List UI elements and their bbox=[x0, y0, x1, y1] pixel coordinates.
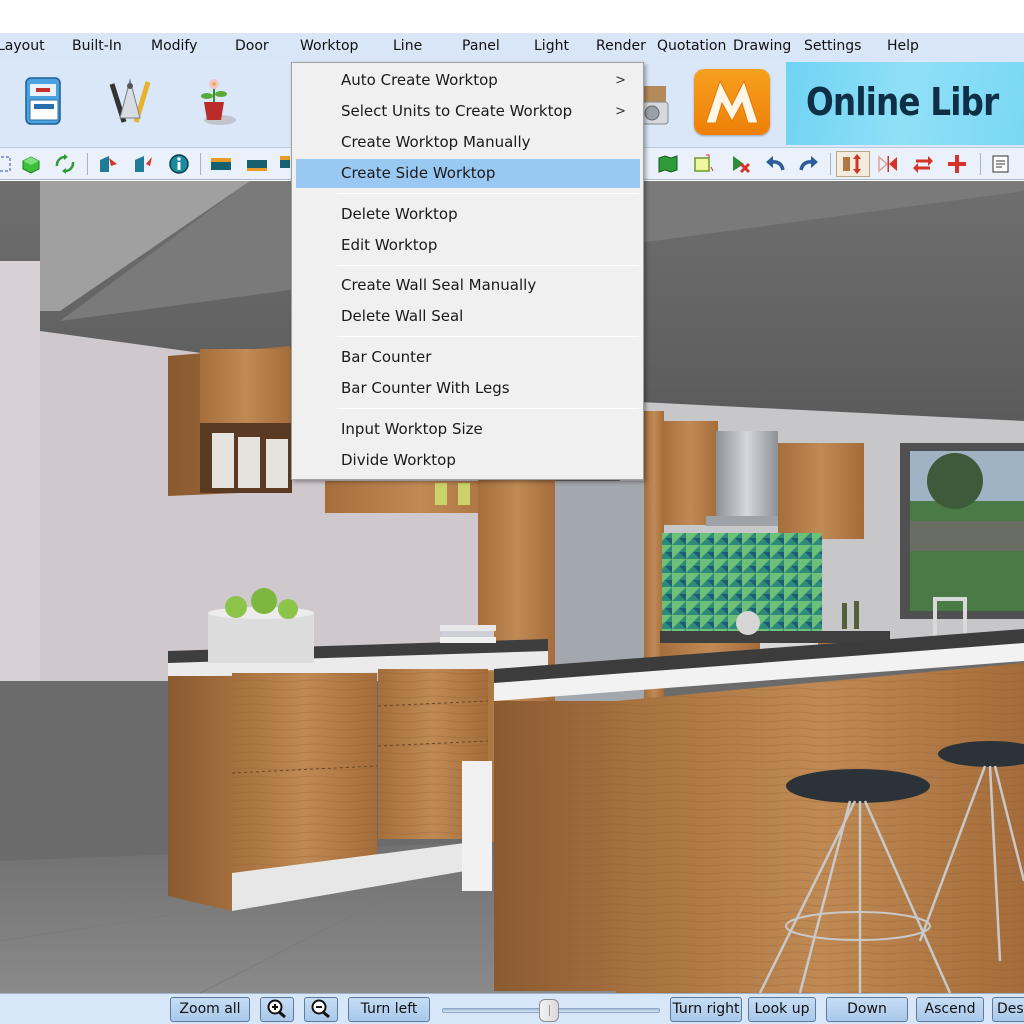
toolbar-separator bbox=[980, 153, 981, 175]
door-in-icon[interactable] bbox=[97, 154, 119, 174]
mirror-icon[interactable] bbox=[877, 154, 899, 174]
menu-quotation[interactable]: Quotation bbox=[657, 38, 726, 54]
select-box-icon[interactable] bbox=[0, 154, 16, 174]
menu-worktop[interactable]: Worktop bbox=[300, 38, 358, 54]
view-navigation-bar: Zoom all Turn left Turn right Look up Do… bbox=[0, 993, 1024, 1024]
menu-item-create-wall-seal-manually[interactable]: Create Wall Seal Manually bbox=[296, 271, 640, 300]
menu-separator bbox=[337, 336, 639, 337]
menu-separator bbox=[337, 408, 639, 409]
menu-item-delete-worktop[interactable]: Delete Worktop bbox=[296, 200, 640, 229]
panel-top-icon[interactable] bbox=[210, 154, 232, 174]
menu-item-edit-worktop[interactable]: Edit Worktop bbox=[296, 231, 640, 260]
m-logo-button[interactable] bbox=[694, 69, 770, 135]
rotation-slider-thumb[interactable] bbox=[539, 999, 560, 1022]
undo-icon[interactable] bbox=[764, 154, 786, 174]
kitchen-design-app: Layout Built-In Modify Door Worktop Line… bbox=[0, 0, 1024, 1024]
info-icon[interactable] bbox=[168, 154, 190, 174]
menu-light[interactable]: Light bbox=[534, 38, 569, 54]
menu-layout[interactable]: Layout bbox=[0, 38, 45, 54]
menu-item-label: Delete Worktop bbox=[341, 205, 458, 223]
panel-side-icon[interactable] bbox=[280, 154, 290, 174]
panel-icon[interactable] bbox=[246, 154, 268, 174]
zoom-in-button[interactable] bbox=[260, 997, 294, 1022]
menu-separator bbox=[337, 265, 639, 266]
menu-modify[interactable]: Modify bbox=[151, 38, 197, 54]
menu-item-label: Divide Worktop bbox=[341, 451, 456, 469]
menu-item-input-worktop-size[interactable]: Input Worktop Size bbox=[296, 415, 640, 444]
menu-item-auto-create-worktop[interactable]: Auto Create Worktop > bbox=[296, 66, 640, 95]
door-out-icon[interactable] bbox=[132, 154, 154, 174]
menu-item-label: Edit Worktop bbox=[341, 236, 438, 254]
menu-item-label: Select Units to Create Worktop bbox=[341, 102, 573, 120]
descend-button[interactable]: Des bbox=[992, 997, 1024, 1022]
worktop-dropdown-menu: Auto Create Worktop > Select Units to Cr… bbox=[291, 62, 644, 480]
menu-item-label: Input Worktop Size bbox=[341, 420, 483, 438]
menu-item-label: Bar Counter bbox=[341, 348, 432, 366]
menu-item-label: Create Wall Seal Manually bbox=[341, 276, 537, 294]
flip-vertical-icon[interactable] bbox=[841, 154, 863, 174]
zoom-out-icon bbox=[311, 999, 330, 1019]
menu-item-bar-counter-with-legs[interactable]: Bar Counter With Legs bbox=[296, 374, 640, 403]
menu-item-create-worktop-manually[interactable]: Create Worktop Manually bbox=[296, 128, 640, 157]
turn-left-button[interactable]: Turn left bbox=[348, 997, 430, 1022]
notes-icon[interactable] bbox=[990, 154, 1012, 174]
drafting-compass-icon[interactable] bbox=[104, 74, 156, 130]
turn-right-button[interactable]: Turn right bbox=[670, 997, 742, 1022]
ascend-button[interactable]: Ascend bbox=[916, 997, 984, 1022]
move-icon[interactable] bbox=[946, 154, 968, 174]
menu-panel[interactable]: Panel bbox=[462, 38, 500, 54]
menu-drawing[interactable]: Drawing bbox=[733, 38, 791, 54]
toolbar-separator bbox=[87, 153, 88, 175]
online-library-label: Online Libr bbox=[806, 80, 999, 124]
resize-box-icon[interactable] bbox=[692, 154, 714, 174]
wall-map-icon[interactable] bbox=[657, 154, 679, 174]
toolbar-separator bbox=[830, 153, 831, 175]
menu-separator bbox=[337, 193, 639, 194]
menu-item-divide-worktop[interactable]: Divide Worktop bbox=[296, 446, 640, 475]
zoom-out-button[interactable] bbox=[304, 997, 338, 1022]
green-cube-icon[interactable] bbox=[20, 154, 42, 174]
menu-item-label: Auto Create Worktop bbox=[341, 71, 498, 89]
menu-item-label: Bar Counter With Legs bbox=[341, 379, 510, 397]
menu-item-select-units-to-create-worktop[interactable]: Select Units to Create Worktop > bbox=[296, 97, 640, 126]
menu-item-label: Create Side Worktop bbox=[341, 164, 496, 182]
zoom-all-button[interactable]: Zoom all bbox=[170, 997, 250, 1022]
title-strip bbox=[0, 0, 1024, 33]
plant-pot-icon[interactable] bbox=[190, 74, 242, 130]
menu-settings[interactable]: Settings bbox=[804, 38, 861, 54]
look-up-button[interactable]: Look up bbox=[748, 997, 816, 1022]
online-library-banner[interactable]: Online Libr bbox=[786, 62, 1024, 145]
down-button[interactable]: Down bbox=[826, 997, 908, 1022]
swap-icon[interactable] bbox=[912, 154, 934, 174]
menu-built-in[interactable]: Built-In bbox=[72, 38, 122, 54]
submenu-arrow-icon: > bbox=[615, 73, 626, 88]
menu-door[interactable]: Door bbox=[235, 38, 269, 54]
menu-item-label: Delete Wall Seal bbox=[341, 307, 464, 325]
menu-line[interactable]: Line bbox=[393, 38, 422, 54]
toolbar-separator bbox=[200, 153, 201, 175]
submenu-arrow-icon: > bbox=[615, 104, 626, 119]
redo-icon[interactable] bbox=[798, 154, 820, 174]
menu-item-label: Create Worktop Manually bbox=[341, 133, 531, 151]
menu-render[interactable]: Render bbox=[596, 38, 646, 54]
menu-bar: Layout Built-In Modify Door Worktop Line… bbox=[0, 33, 1024, 60]
menu-item-delete-wall-seal[interactable]: Delete Wall Seal bbox=[296, 302, 640, 331]
rotate-arrows-icon[interactable] bbox=[52, 154, 78, 174]
menu-item-bar-counter[interactable]: Bar Counter bbox=[296, 343, 640, 372]
delete-select-icon[interactable] bbox=[730, 154, 752, 174]
menu-item-create-side-worktop[interactable]: Create Side Worktop bbox=[296, 159, 640, 188]
zoom-in-icon bbox=[267, 999, 286, 1019]
menu-help[interactable]: Help bbox=[887, 38, 919, 54]
cabinet-drawer-icon[interactable] bbox=[20, 74, 72, 130]
